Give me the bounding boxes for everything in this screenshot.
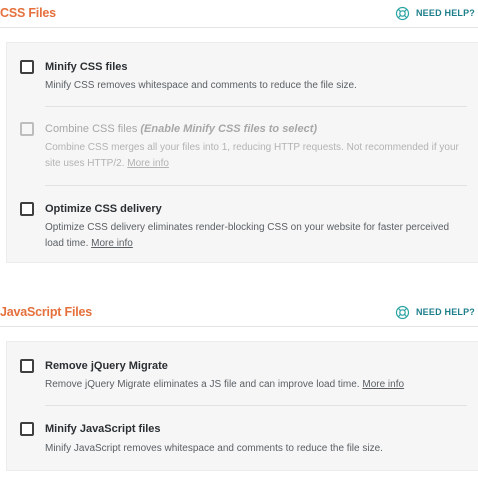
optimize-css-delivery-title[interactable]: Optimize CSS delivery <box>45 203 162 215</box>
css-files-title: CSS Files <box>0 6 56 20</box>
js-files-header: JavaScript Files NEED HELP? <box>0 303 478 321</box>
combine-css-title-text: Combine CSS files <box>45 123 138 135</box>
combine-css-checkbox <box>20 122 34 136</box>
js-options-panel: Remove jQuery Migrate Remove jQuery Migr… <box>6 341 478 471</box>
minify-js-checkbox[interactable] <box>20 422 34 436</box>
js-need-help-label[interactable]: NEED HELP? <box>416 307 475 317</box>
combine-css-description: Combine CSS merges all your files into 1… <box>45 140 465 172</box>
minify-js-option: Minify JavaScript files Minify JavaScrip… <box>7 405 478 485</box>
remove-jquery-migrate-description-text: Remove jQuery Migrate eliminates a JS fi… <box>45 379 360 390</box>
minify-css-checkbox[interactable] <box>20 60 34 74</box>
css-header-rule <box>0 27 478 28</box>
js-files-title: JavaScript Files <box>0 305 92 319</box>
remove-jquery-migrate-description: Remove jQuery Migrate eliminates a JS fi… <box>45 377 465 393</box>
css-files-header: CSS Files NEED HELP? <box>0 4 478 22</box>
js-header-rule <box>0 326 478 327</box>
minify-js-description: Minify JavaScript removes whitespace and… <box>45 441 465 457</box>
css-need-help-link[interactable]: NEED HELP? <box>395 6 475 21</box>
combine-css-option: Combine CSS files (Enable Minify CSS fil… <box>7 106 478 186</box>
remove-jquery-migrate-checkbox[interactable] <box>20 359 34 373</box>
combine-css-hint: (Enable Minify CSS files to select) <box>140 123 318 135</box>
css-need-help-label[interactable]: NEED HELP? <box>416 8 475 18</box>
remove-jquery-more-info-link[interactable]: More info <box>362 379 404 390</box>
js-need-help-link[interactable]: NEED HELP? <box>395 305 475 320</box>
optimize-css-delivery-checkbox[interactable] <box>20 202 34 216</box>
minify-css-title[interactable]: Minify CSS files <box>45 61 128 73</box>
combine-css-description-text: Combine CSS merges all your files into 1… <box>45 142 459 169</box>
remove-jquery-migrate-title[interactable]: Remove jQuery Migrate <box>45 360 168 372</box>
optimize-css-delivery-description: Optimize CSS delivery eliminates render-… <box>45 220 465 252</box>
minify-css-description: Minify CSS removes whitespace and commen… <box>45 78 465 94</box>
minify-css-description-text: Minify CSS removes whitespace and commen… <box>45 80 357 91</box>
minify-js-description-text: Minify JavaScript removes whitespace and… <box>45 443 383 454</box>
lifebuoy-icon <box>395 6 410 20</box>
css-options-panel: Minify CSS files Minify CSS removes whit… <box>6 42 478 263</box>
combine-css-more-info-link[interactable]: More info <box>127 158 169 169</box>
lifebuoy-icon <box>395 305 410 319</box>
optimize-css-delivery-option: Optimize CSS delivery Optimize CSS deliv… <box>7 185 478 265</box>
minify-js-title[interactable]: Minify JavaScript files <box>45 423 161 435</box>
combine-css-title: Combine CSS files (Enable Minify CSS fil… <box>45 123 317 135</box>
optimize-css-more-info-link[interactable]: More info <box>91 238 133 249</box>
